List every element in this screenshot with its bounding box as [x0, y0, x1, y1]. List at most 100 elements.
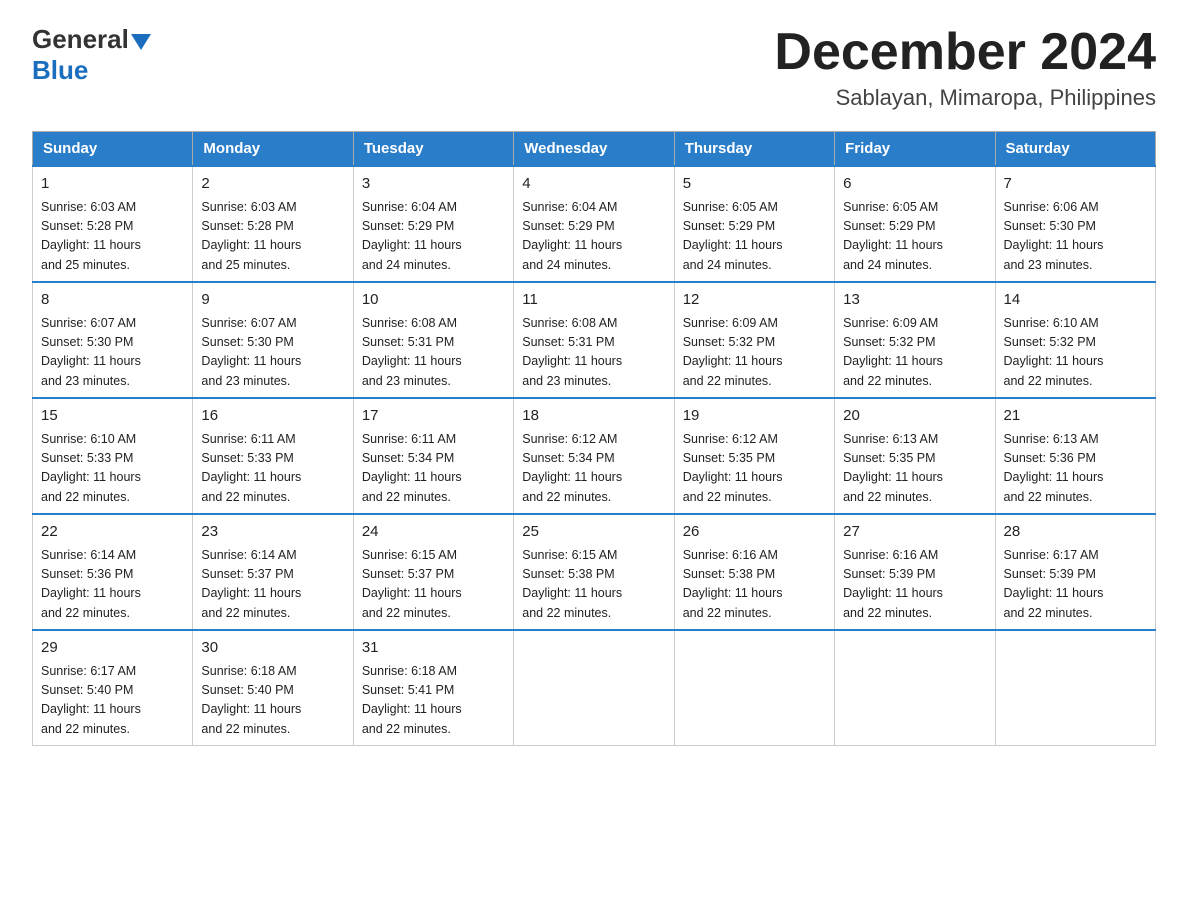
day-number: 19 — [683, 405, 826, 428]
day-number: 1 — [41, 173, 184, 196]
calendar-cell: 27Sunrise: 6:16 AMSunset: 5:39 PMDayligh… — [835, 514, 995, 630]
day-number: 10 — [362, 289, 505, 312]
day-number: 25 — [522, 521, 665, 544]
day-number: 23 — [201, 521, 344, 544]
day-number: 4 — [522, 173, 665, 196]
day-info: Sunrise: 6:11 AMSunset: 5:34 PMDaylight:… — [362, 430, 505, 508]
day-info: Sunrise: 6:03 AMSunset: 5:28 PMDaylight:… — [41, 198, 184, 276]
week-row-4: 22Sunrise: 6:14 AMSunset: 5:36 PMDayligh… — [33, 514, 1156, 630]
logo-blue: Blue — [32, 55, 88, 86]
day-info: Sunrise: 6:15 AMSunset: 5:38 PMDaylight:… — [522, 546, 665, 624]
day-info: Sunrise: 6:12 AMSunset: 5:35 PMDaylight:… — [683, 430, 826, 508]
calendar-cell: 30Sunrise: 6:18 AMSunset: 5:40 PMDayligh… — [193, 630, 353, 746]
logo-text: General — [32, 24, 151, 55]
day-number: 17 — [362, 405, 505, 428]
calendar-cell: 17Sunrise: 6:11 AMSunset: 5:34 PMDayligh… — [353, 398, 513, 514]
day-number: 6 — [843, 173, 986, 196]
day-info: Sunrise: 6:16 AMSunset: 5:39 PMDaylight:… — [843, 546, 986, 624]
day-number: 8 — [41, 289, 184, 312]
header-friday: Friday — [835, 132, 995, 167]
day-number: 31 — [362, 637, 505, 660]
day-number: 20 — [843, 405, 986, 428]
calendar-cell: 21Sunrise: 6:13 AMSunset: 5:36 PMDayligh… — [995, 398, 1155, 514]
calendar-cell: 11Sunrise: 6:08 AMSunset: 5:31 PMDayligh… — [514, 282, 674, 398]
calendar-cell: 4Sunrise: 6:04 AMSunset: 5:29 PMDaylight… — [514, 166, 674, 282]
day-info: Sunrise: 6:11 AMSunset: 5:33 PMDaylight:… — [201, 430, 344, 508]
calendar-header-row: SundayMondayTuesdayWednesdayThursdayFrid… — [33, 132, 1156, 167]
day-info: Sunrise: 6:07 AMSunset: 5:30 PMDaylight:… — [201, 314, 344, 392]
calendar-cell — [835, 630, 995, 746]
logo-triangle-icon — [131, 34, 151, 50]
day-info: Sunrise: 6:08 AMSunset: 5:31 PMDaylight:… — [362, 314, 505, 392]
week-row-1: 1Sunrise: 6:03 AMSunset: 5:28 PMDaylight… — [33, 166, 1156, 282]
calendar-cell: 14Sunrise: 6:10 AMSunset: 5:32 PMDayligh… — [995, 282, 1155, 398]
page-header: General Blue December 2024 Sablayan, Mim… — [32, 24, 1156, 111]
day-number: 27 — [843, 521, 986, 544]
day-number: 18 — [522, 405, 665, 428]
calendar-cell: 13Sunrise: 6:09 AMSunset: 5:32 PMDayligh… — [835, 282, 995, 398]
header-wednesday: Wednesday — [514, 132, 674, 167]
calendar-cell: 12Sunrise: 6:09 AMSunset: 5:32 PMDayligh… — [674, 282, 834, 398]
header-saturday: Saturday — [995, 132, 1155, 167]
header-right: December 2024 Sablayan, Mimaropa, Philip… — [774, 24, 1156, 111]
day-info: Sunrise: 6:18 AMSunset: 5:40 PMDaylight:… — [201, 662, 344, 740]
logo: General Blue — [32, 24, 151, 86]
day-info: Sunrise: 6:04 AMSunset: 5:29 PMDaylight:… — [522, 198, 665, 276]
calendar-table: SundayMondayTuesdayWednesdayThursdayFrid… — [32, 131, 1156, 746]
day-info: Sunrise: 6:18 AMSunset: 5:41 PMDaylight:… — [362, 662, 505, 740]
day-number: 5 — [683, 173, 826, 196]
day-info: Sunrise: 6:03 AMSunset: 5:28 PMDaylight:… — [201, 198, 344, 276]
day-number: 21 — [1004, 405, 1147, 428]
day-info: Sunrise: 6:16 AMSunset: 5:38 PMDaylight:… — [683, 546, 826, 624]
calendar-cell — [514, 630, 674, 746]
day-info: Sunrise: 6:10 AMSunset: 5:32 PMDaylight:… — [1004, 314, 1147, 392]
calendar-cell — [674, 630, 834, 746]
day-number: 28 — [1004, 521, 1147, 544]
day-number: 22 — [41, 521, 184, 544]
day-number: 24 — [362, 521, 505, 544]
header-sunday: Sunday — [33, 132, 193, 167]
calendar-cell: 23Sunrise: 6:14 AMSunset: 5:37 PMDayligh… — [193, 514, 353, 630]
day-number: 26 — [683, 521, 826, 544]
day-number: 9 — [201, 289, 344, 312]
day-info: Sunrise: 6:13 AMSunset: 5:36 PMDaylight:… — [1004, 430, 1147, 508]
month-title: December 2024 — [774, 24, 1156, 81]
calendar-cell: 18Sunrise: 6:12 AMSunset: 5:34 PMDayligh… — [514, 398, 674, 514]
calendar-cell: 29Sunrise: 6:17 AMSunset: 5:40 PMDayligh… — [33, 630, 193, 746]
calendar-cell: 19Sunrise: 6:12 AMSunset: 5:35 PMDayligh… — [674, 398, 834, 514]
day-info: Sunrise: 6:17 AMSunset: 5:40 PMDaylight:… — [41, 662, 184, 740]
calendar-cell: 3Sunrise: 6:04 AMSunset: 5:29 PMDaylight… — [353, 166, 513, 282]
day-info: Sunrise: 6:05 AMSunset: 5:29 PMDaylight:… — [843, 198, 986, 276]
calendar-cell: 25Sunrise: 6:15 AMSunset: 5:38 PMDayligh… — [514, 514, 674, 630]
calendar-cell: 9Sunrise: 6:07 AMSunset: 5:30 PMDaylight… — [193, 282, 353, 398]
day-info: Sunrise: 6:12 AMSunset: 5:34 PMDaylight:… — [522, 430, 665, 508]
header-thursday: Thursday — [674, 132, 834, 167]
calendar-cell — [995, 630, 1155, 746]
day-info: Sunrise: 6:05 AMSunset: 5:29 PMDaylight:… — [683, 198, 826, 276]
calendar-cell: 28Sunrise: 6:17 AMSunset: 5:39 PMDayligh… — [995, 514, 1155, 630]
calendar-cell: 2Sunrise: 6:03 AMSunset: 5:28 PMDaylight… — [193, 166, 353, 282]
day-info: Sunrise: 6:09 AMSunset: 5:32 PMDaylight:… — [843, 314, 986, 392]
calendar-cell: 7Sunrise: 6:06 AMSunset: 5:30 PMDaylight… — [995, 166, 1155, 282]
day-info: Sunrise: 6:08 AMSunset: 5:31 PMDaylight:… — [522, 314, 665, 392]
day-info: Sunrise: 6:17 AMSunset: 5:39 PMDaylight:… — [1004, 546, 1147, 624]
calendar-cell: 8Sunrise: 6:07 AMSunset: 5:30 PMDaylight… — [33, 282, 193, 398]
calendar-cell: 24Sunrise: 6:15 AMSunset: 5:37 PMDayligh… — [353, 514, 513, 630]
day-info: Sunrise: 6:10 AMSunset: 5:33 PMDaylight:… — [41, 430, 184, 508]
calendar-cell: 6Sunrise: 6:05 AMSunset: 5:29 PMDaylight… — [835, 166, 995, 282]
day-info: Sunrise: 6:14 AMSunset: 5:36 PMDaylight:… — [41, 546, 184, 624]
week-row-2: 8 Sunrise: 6:07 AMSunset: 5:30 PMDaylight… — [33, 282, 1156, 398]
day-number: 12 — [683, 289, 826, 312]
calendar-cell: 15Sunrise: 6:10 AMSunset: 5:33 PMDayligh… — [33, 398, 193, 514]
day-number: 11 — [522, 289, 665, 312]
logo-general: General — [32, 24, 129, 55]
day-number: 14 — [1004, 289, 1147, 312]
calendar-cell: 31Sunrise: 6:18 AMSunset: 5:41 PMDayligh… — [353, 630, 513, 746]
day-number: 13 — [843, 289, 986, 312]
calendar-cell: 1Sunrise: 6:03 AMSunset: 5:28 PMDaylight… — [33, 166, 193, 282]
day-info: Sunrise: 6:06 AMSunset: 5:30 PMDaylight:… — [1004, 198, 1147, 276]
day-number: 16 — [201, 405, 344, 428]
day-number: 29 — [41, 637, 184, 660]
calendar-cell: 26Sunrise: 6:16 AMSunset: 5:38 PMDayligh… — [674, 514, 834, 630]
calendar-cell: 22Sunrise: 6:14 AMSunset: 5:36 PMDayligh… — [33, 514, 193, 630]
